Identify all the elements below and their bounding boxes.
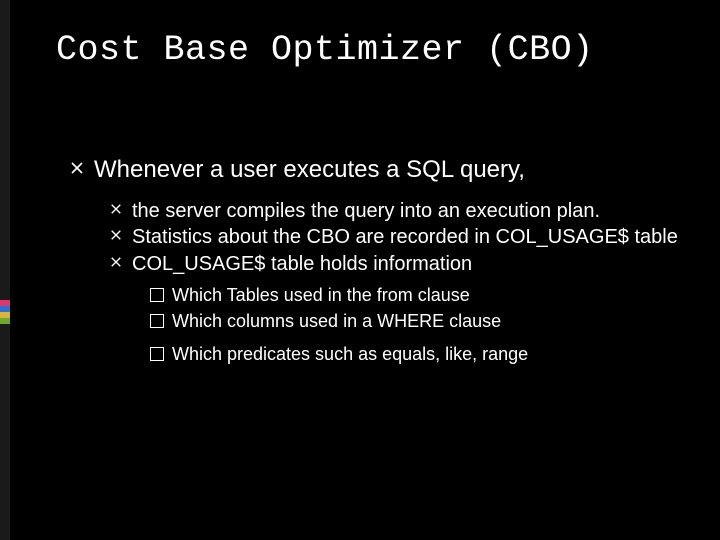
square-bullet-icon — [150, 347, 164, 361]
x-bullet-icon — [110, 229, 122, 241]
bullet-lvl2-text: the server compiles the query into an ex… — [132, 200, 600, 222]
bullet-lvl3-text: Which columns used in a WHERE clause — [172, 311, 501, 331]
bullet-lvl2: the server compiles the query into an ex… — [110, 199, 680, 223]
x-bullet-icon — [110, 256, 122, 268]
bullet-lvl3: Which predicates such as equals, like, r… — [150, 343, 680, 366]
lvl3-group: Which Tables used in the from clause Whi… — [150, 284, 680, 366]
x-bullet-icon — [70, 161, 84, 175]
bullet-lvl2: COL_USAGE$ table holds information — [110, 252, 680, 276]
lvl2-group: the server compiles the query into an ex… — [110, 199, 680, 366]
bullet-lvl2-text: COL_USAGE$ table holds information — [132, 253, 472, 275]
bullet-lvl3-text: Which Tables used in the from clause — [172, 285, 470, 305]
slide-body: Whenever a user executes a SQL query, th… — [70, 155, 680, 368]
rail-accent-strip — [0, 300, 10, 324]
bullet-lvl1: Whenever a user executes a SQL query, — [70, 155, 680, 185]
bullet-lvl3: Which columns used in a WHERE clause — [150, 310, 680, 333]
bullet-lvl2: Statistics about the CBO are recorded in… — [110, 225, 680, 249]
square-bullet-icon — [150, 288, 164, 302]
slide: Cost Base Optimizer (CBO) Whenever a use… — [0, 0, 720, 540]
bullet-lvl1-text: Whenever a user executes a SQL query, — [94, 156, 525, 183]
bullet-lvl3-text: Which predicates such as equals, like, r… — [172, 344, 528, 364]
left-rail — [0, 0, 10, 540]
bullet-lvl2-text: Statistics about the CBO are recorded in… — [132, 226, 678, 248]
bullet-lvl3: Which Tables used in the from clause — [150, 284, 680, 307]
square-bullet-icon — [150, 314, 164, 328]
x-bullet-icon — [110, 203, 122, 215]
rail-seg-4 — [0, 318, 10, 324]
slide-title: Cost Base Optimizer (CBO) — [56, 30, 594, 70]
